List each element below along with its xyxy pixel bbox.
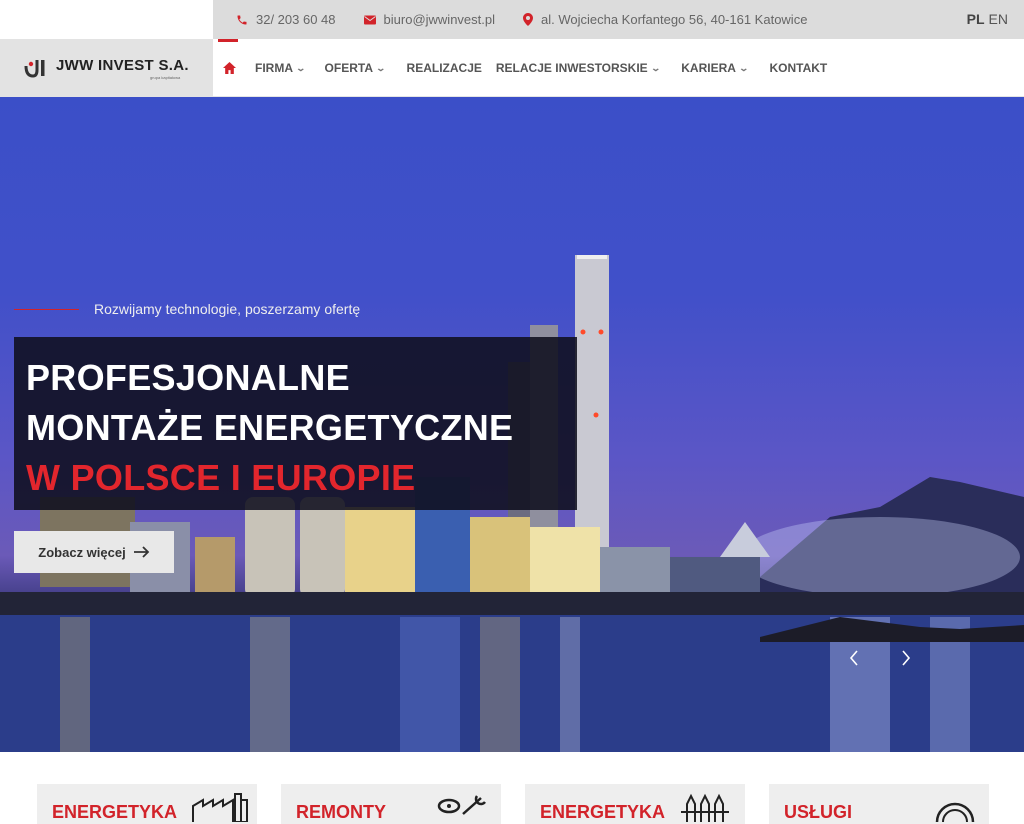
nav-home[interactable] [215,39,243,97]
email-text: biuro@jwwinvest.pl [383,12,495,27]
nav-relacje[interactable]: RELACJE INWESTORSKIE ⌄ [495,61,661,75]
address-item[interactable]: al. Wojciecha Korfantego 56, 40-161 Kato… [523,12,807,27]
card-energetyka-1[interactable]: ENERGETYKA [37,784,257,824]
see-more-label: Zobacz więcej [38,544,126,560]
nav-kariera[interactable]: KARIERA ⌄ [681,61,749,75]
phone-icon [237,15,247,24]
cylinders-icon [681,793,729,822]
nav-relacje-label: RELACJE INWESTORSKIE [495,61,648,75]
card-uslugi[interactable]: USŁUGI [769,784,989,824]
main-navbar: JWW INVEST S.A. grupa kapitałowa FIRMA ⌄… [0,39,1024,97]
nav-kontakt[interactable]: KONTAKT [769,61,827,75]
tagline-text: Rozwijamy technologie, poszerzamy ofertę [94,301,361,317]
active-indicator [218,39,238,42]
service-cards: ENERGETYKA REMONTY ENERGETYKA USŁUGI [0,752,1024,824]
envelope-icon [363,15,376,24]
lang-en[interactable]: EN [989,11,1008,27]
chevron-left-icon [849,650,858,666]
chevron-down-icon: ⌄ [295,62,307,73]
card-title: USŁUGI [784,802,853,822]
hero-headline: PROFESJONALNE MONTAŻE ENERGETYCZNE W POL… [14,337,577,510]
card-title: ENERGETYKA [52,802,178,822]
nav-realizacje[interactable]: REALIZACJE [407,61,482,75]
chevron-down-icon: ⌄ [738,62,749,73]
nav-firma-label: FIRMA [255,61,293,75]
logo[interactable]: JWW INVEST S.A. grupa kapitałowa [0,39,213,97]
hero-tagline: Rozwijamy technologie, poszerzamy ofertę [14,301,360,317]
nav-oferta-label: OFERTA [324,61,373,75]
card-title: ENERGETYKA [540,802,666,822]
card-title: REMONTY [296,802,386,822]
phone-text: 32/ 203 60 48 [256,12,336,27]
top-info-bar: 32/ 203 60 48 biuro@jwwinvest.pl al. Woj… [0,0,1024,39]
phone-item[interactable]: 32/ 203 60 48 [236,12,336,27]
email-item[interactable]: biuro@jwwinvest.pl [363,12,495,27]
language-switcher: PL EN [967,11,1008,27]
logo-name: JWW INVEST S.A. [56,56,189,74]
lang-pl[interactable]: PL [967,11,985,27]
logo-subtitle: grupa kapitałowa [150,75,181,80]
tools-icon [437,795,486,815]
slider-prev-button[interactable] [849,649,859,672]
nav-oferta[interactable]: OFERTA ⌄ [324,61,387,75]
nav-kariera-label: KARIERA [681,61,736,75]
nav-realizacje-label: REALIZACJE [406,61,482,75]
hero-slider: Rozwijamy technologie, poszerzamy ofertę… [0,97,1024,752]
headline-line-1: PROFESJONALNE [26,357,350,398]
chevron-down-icon: ⌄ [375,62,387,73]
nav-kontakt-label: KONTAKT [769,61,828,75]
slider-next-button[interactable] [901,649,911,672]
card-remonty[interactable]: REMONTY [281,784,501,824]
see-more-button[interactable]: Zobacz więcej [14,531,174,573]
main-menu: FIRMA ⌄ OFERTA ⌄ REALIZACJE RELACJE INWE… [213,39,827,97]
topbar-logo-spacer [0,0,213,39]
tagline-divider [14,308,79,310]
location-pin-icon [523,13,533,26]
home-icon [222,62,236,74]
arrow-right-icon [133,546,149,558]
logo-mark-icon [24,60,45,78]
contact-info: 32/ 203 60 48 biuro@jwwinvest.pl al. Woj… [213,0,1024,39]
circle-icon [935,802,975,822]
chevron-down-icon: ⌄ [650,62,661,73]
headline-line-2: MONTAŻE ENERGETYCZNE [26,407,514,448]
headline-line-3: W POLSCE I EUROPIE [26,457,416,498]
nav-firma[interactable]: FIRMA ⌄ [255,61,307,75]
card-energetyka-2[interactable]: ENERGETYKA [525,784,745,824]
chevron-right-icon [902,650,911,666]
factory-icon [192,793,248,822]
address-text: al. Wojciecha Korfantego 56, 40-161 Kato… [541,12,808,27]
